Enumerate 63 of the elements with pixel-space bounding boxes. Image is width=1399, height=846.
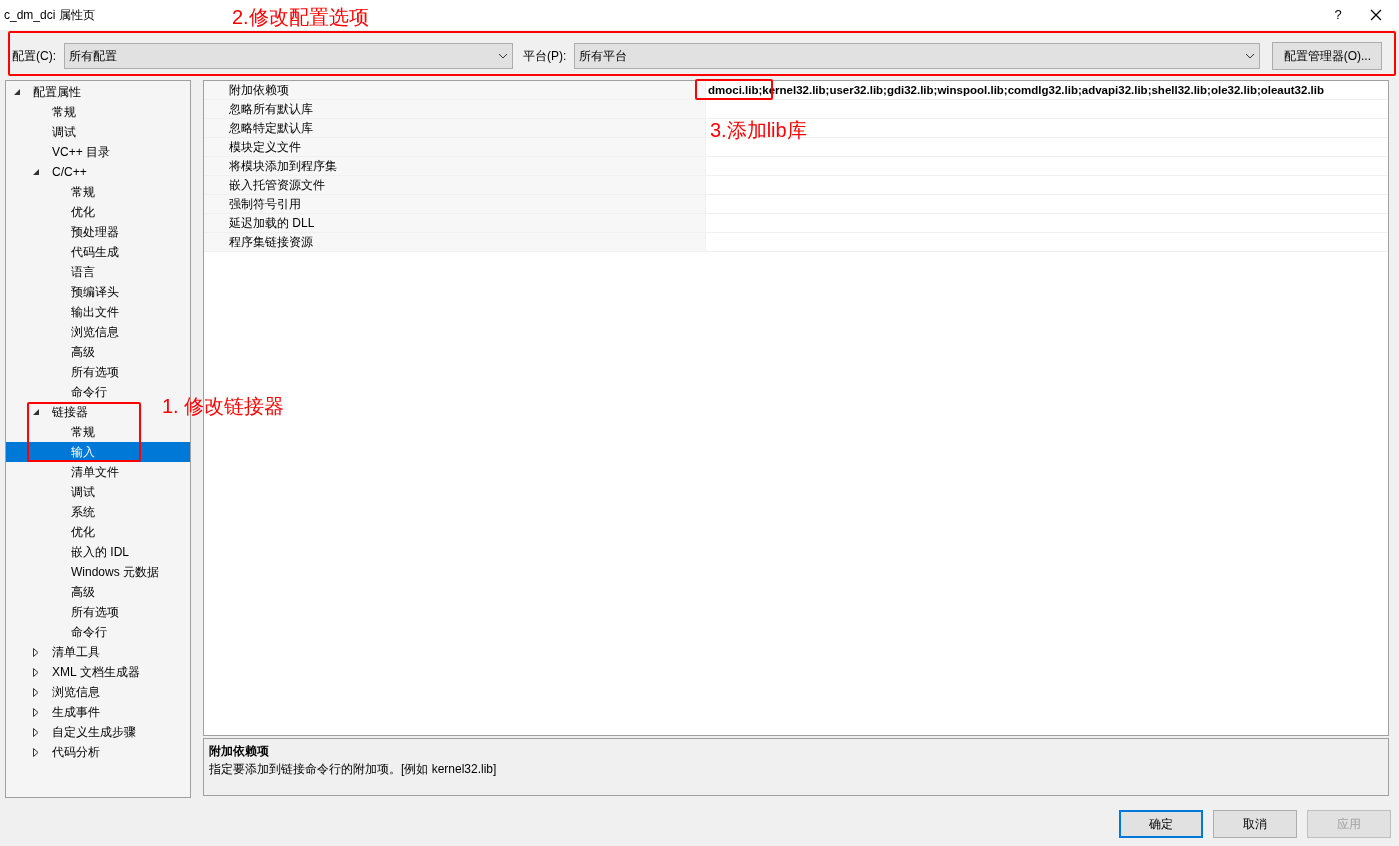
tree-item[interactable]: VC++ 目录 <box>6 142 113 162</box>
expanded-caret-icon[interactable] <box>33 168 40 176</box>
property-name[interactable]: 忽略所有默认库 <box>204 100 706 118</box>
property-name[interactable]: 延迟加载的 DLL <box>204 214 706 232</box>
close-icon <box>1370 9 1382 21</box>
tree-item[interactable]: 代码分析 <box>6 742 102 762</box>
property-name[interactable]: 嵌入托管资源文件 <box>204 176 706 194</box>
tree-item[interactable]: 常规 <box>6 182 97 202</box>
property-name[interactable]: 程序集链接资源 <box>204 233 706 251</box>
expanded-caret-icon[interactable] <box>14 88 21 96</box>
help-button[interactable]: ? <box>1323 3 1353 27</box>
chevron-icon <box>498 53 508 59</box>
tree-item[interactable]: 命令行 <box>6 622 109 642</box>
tree-item[interactable]: 配置属性 <box>6 82 83 102</box>
description-title: 附加依赖项 <box>209 743 270 760</box>
tree-item[interactable]: 所有选项 <box>6 602 121 622</box>
window-title: c_dm_dci 属性页 <box>4 7 95 24</box>
tree-item[interactable]: XML 文档生成器 <box>6 662 142 682</box>
property-name[interactable]: 模块定义文件 <box>204 138 706 156</box>
tree-item[interactable]: 浏览信息 <box>6 322 121 342</box>
property-name[interactable]: 附加依赖项 <box>204 81 706 99</box>
platform-label: 平台(P): <box>523 48 567 65</box>
tree-item[interactable]: 嵌入的 IDL <box>6 542 131 562</box>
platform-dropdown[interactable]: 所有平台 <box>574 43 1261 69</box>
dialog-button[interactable]: 取消 <box>1213 810 1297 838</box>
tree-item[interactable]: 调试 <box>6 482 97 502</box>
tree-item[interactable]: 输入 <box>6 442 190 462</box>
tree-item[interactable]: 所有选项 <box>6 362 121 382</box>
tree-item[interactable]: 系统 <box>6 502 97 522</box>
chevron-icon <box>1245 53 1256 59</box>
annotation-text: 3.添加lib库 <box>710 118 807 142</box>
tree-item[interactable]: 链接器 <box>6 402 90 422</box>
annotation-text: 2.修改配置选项 <box>232 5 369 29</box>
tree-item[interactable]: 常规 <box>6 102 78 122</box>
tree-item[interactable]: 清单工具 <box>6 642 102 662</box>
property-name[interactable]: 忽略特定默认库 <box>204 119 706 137</box>
tree-item[interactable]: C/C++ <box>6 162 89 182</box>
tree-item[interactable]: 优化 <box>6 522 97 542</box>
tree-item[interactable]: 清单文件 <box>6 462 121 482</box>
tree-item[interactable]: 生成事件 <box>6 702 102 722</box>
tree-item[interactable]: 优化 <box>6 202 97 222</box>
tree-item[interactable]: 常规 <box>6 422 97 442</box>
config-manager-button[interactable]: 配置管理器(O)... <box>1272 42 1383 70</box>
tree-item[interactable]: 调试 <box>6 122 78 142</box>
tree-item[interactable]: 自定义生成步骤 <box>6 722 138 742</box>
tree-item[interactable]: 预处理器 <box>6 222 121 242</box>
property-name[interactable]: 强制符号引用 <box>204 195 706 213</box>
dialog-button[interactable]: 确定 <box>1119 810 1203 838</box>
tree-item[interactable]: 浏览信息 <box>6 682 102 702</box>
tree-item[interactable]: 高级 <box>6 342 97 362</box>
description-text: 指定要添加到链接命令行的附加项。[例如 kernel32.lib] <box>209 761 498 778</box>
config-dropdown[interactable]: 所有配置 <box>64 43 513 69</box>
tree-item[interactable]: 输出文件 <box>6 302 121 322</box>
annotation-text: 1. 修改链接器 <box>162 394 285 418</box>
expanded-caret-icon[interactable] <box>33 408 40 416</box>
property-name[interactable]: 将模块添加到程序集 <box>204 157 706 175</box>
tree-item[interactable]: 命令行 <box>6 382 109 402</box>
tree-item[interactable]: 代码生成 <box>6 242 121 262</box>
tree-item[interactable]: 预编译头 <box>6 282 121 302</box>
tree-item[interactable]: 高级 <box>6 582 97 602</box>
config-label: 配置(C): <box>12 48 56 65</box>
tree-item[interactable]: Windows 元数据 <box>6 562 161 582</box>
tree-item[interactable]: 语言 <box>6 262 97 282</box>
